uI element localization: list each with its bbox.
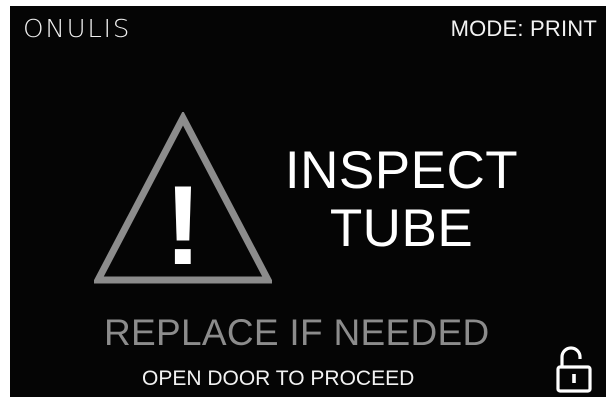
mode-indicator: MODE: PRINT [450, 16, 597, 41]
unlocked-padlock-icon[interactable] [555, 345, 593, 393]
alert-title: INSPECT TUBE [264, 142, 539, 258]
warning-triangle-icon: ! [94, 112, 272, 284]
alert-subtitle: REPLACE IF NEEDED [104, 312, 490, 353]
warning-exclamation: ! [164, 163, 201, 284]
printer-display: ONULIS MODE: PRINT ! INSPECT TUBE REPLAC… [10, 6, 606, 397]
alert-title-line1: INSPECT [284, 141, 519, 200]
alert-instruction: OPEN DOOR TO PROCEED [142, 367, 415, 390]
alert-title-line2: TUBE [329, 199, 474, 258]
brand-logo: ONULIS [23, 14, 132, 43]
